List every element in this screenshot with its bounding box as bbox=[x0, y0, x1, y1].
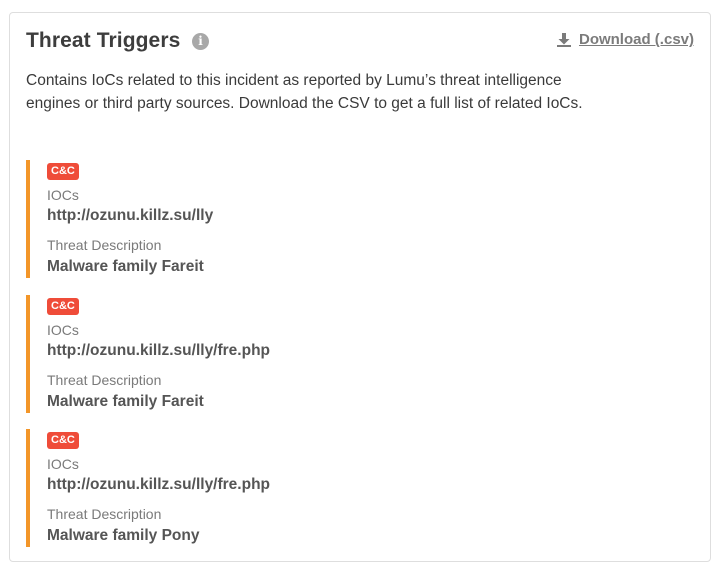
threat-description-value: Malware family Fareit bbox=[47, 393, 204, 410]
ioc-value: http://ozunu.killz.su/lly/fre.php bbox=[47, 342, 271, 359]
iocs-label: IOCs bbox=[47, 187, 79, 203]
threat-description-label: Threat Description bbox=[47, 372, 162, 388]
iocs-label: IOCs bbox=[47, 456, 79, 472]
download-csv-link[interactable]: Download (.csv) bbox=[556, 31, 694, 48]
threat-description-label: Threat Description bbox=[47, 506, 162, 522]
download-icon bbox=[556, 32, 571, 47]
category-badge: C&C bbox=[47, 163, 79, 180]
threat-trigger-item: C&C IOCs http://ozunu.killz.su/lly/fre.p… bbox=[26, 429, 690, 547]
ioc-value: http://ozunu.killz.su/lly/fre.php bbox=[47, 476, 271, 493]
card-description: Contains IoCs related to this incident a… bbox=[26, 72, 583, 112]
category-badge: C&C bbox=[47, 298, 79, 315]
threat-description-value: Malware family Fareit bbox=[47, 258, 204, 275]
category-badge: C&C bbox=[47, 432, 79, 449]
info-circle-icon[interactable]: i bbox=[192, 33, 209, 50]
card-title: Threat Triggers bbox=[26, 29, 181, 52]
iocs-label: IOCs bbox=[47, 322, 79, 338]
threat-description-value: Malware family Pony bbox=[47, 527, 200, 544]
threat-trigger-item: C&C IOCs http://ozunu.killz.su/lly Threa… bbox=[26, 160, 690, 278]
threat-triggers-card: Threat Triggers i Download (.csv) Contai… bbox=[9, 12, 711, 562]
ioc-value: http://ozunu.killz.su/lly bbox=[47, 207, 214, 224]
threat-trigger-item: C&C IOCs http://ozunu.killz.su/lly/fre.p… bbox=[26, 295, 690, 413]
download-label[interactable]: Download (.csv) bbox=[579, 31, 694, 48]
threat-description-label: Threat Description bbox=[47, 237, 162, 253]
